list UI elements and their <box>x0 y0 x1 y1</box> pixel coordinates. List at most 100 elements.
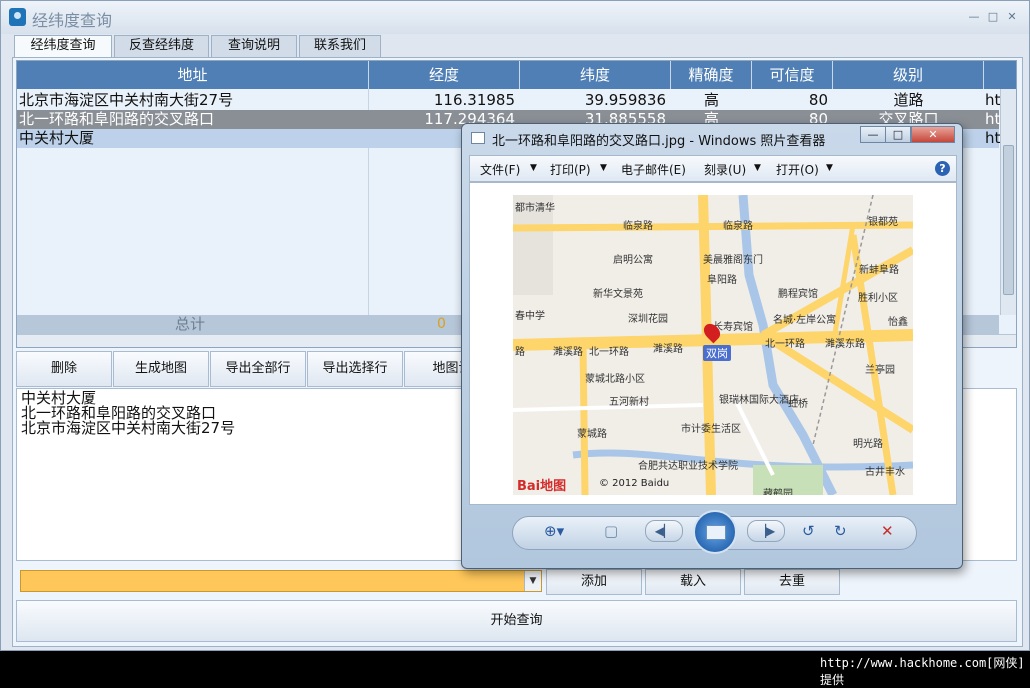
tab-latlng-query[interactable]: 经纬度查询 <box>14 35 112 58</box>
viewer-control-bar: ⊕▾ ▢ ◀▏ ▕▶ ↺ ↻ ✕ <box>469 510 957 557</box>
generate-map-button[interactable]: 生成地图 <box>113 351 209 387</box>
map-label: 兰亭园 <box>865 365 895 376</box>
menu-email[interactable]: 电子邮件(E) <box>621 161 686 178</box>
column-header-precision[interactable]: 精确度 <box>671 61 752 89</box>
map-label: 市计委生活区 <box>681 424 741 435</box>
map-label: 怡鑫 <box>888 317 908 328</box>
map-image: 都市清华 临泉路 临泉路 银都苑 启明公寓 美晨雅阁东门 新蚌阜路 新华文景苑 … <box>513 195 913 495</box>
rotate-left-icon[interactable]: ↺ <box>802 522 815 540</box>
address-combo-input[interactable]: ▼ <box>20 570 542 592</box>
map-label: 五河新村 <box>609 397 649 408</box>
map-label: 新蚌阜路 <box>859 265 899 276</box>
actual-size-icon[interactable]: ▢ <box>604 522 618 540</box>
menu-open[interactable]: 打开(O) <box>776 161 819 178</box>
tab-query-help[interactable]: 查询说明 <box>211 35 297 57</box>
map-label: 北一环路 <box>765 339 805 350</box>
cell-extra: ht <box>985 110 1001 128</box>
cell-longitude: 116.31985 <box>433 91 515 109</box>
map-label: 濉溪路 <box>553 347 583 358</box>
map-label: 虹桥 <box>788 399 808 410</box>
chevron-down-icon[interactable]: ▼ <box>826 163 833 173</box>
viewer-image-area: 都市清华 临泉路 临泉路 银都苑 启明公寓 美晨雅阁东门 新蚌阜路 新华文景苑 … <box>469 182 957 505</box>
map-label: 濉溪路 <box>653 344 683 355</box>
help-icon[interactable]: ? <box>935 161 950 176</box>
column-header-longitude[interactable]: 经度 <box>369 61 520 89</box>
delete-button[interactable]: 删除 <box>16 351 112 387</box>
chevron-down-icon[interactable]: ▼ <box>530 163 537 173</box>
scrollbar-thumb[interactable] <box>1003 145 1014 295</box>
total-value: 0 <box>437 316 446 332</box>
map-label: 都市清华 <box>515 203 555 214</box>
vertical-scrollbar[interactable] <box>1000 89 1016 315</box>
previous-icon[interactable]: ◀▏ <box>645 520 683 542</box>
tab-contact-us[interactable]: 联系我们 <box>299 35 381 57</box>
title-bar: 经纬度查询 — □ ✕ <box>1 1 1029 34</box>
load-button[interactable]: 载入 <box>645 569 741 595</box>
minimize-button[interactable]: — <box>967 11 981 23</box>
next-icon[interactable]: ▕▶ <box>747 520 785 542</box>
rotate-right-icon[interactable]: ↻ <box>834 522 847 540</box>
zoom-icon[interactable]: ⊕▾ <box>544 522 564 540</box>
map-label: 胜利小区 <box>858 293 898 304</box>
map-label: 启明公寓 <box>613 255 653 266</box>
menu-print[interactable]: 打印(P) <box>550 161 591 178</box>
table-row[interactable]: 北京市海淀区中关村南大街27号 116.31985 39.959836 高 80… <box>17 91 1000 110</box>
viewer-minimize-button[interactable]: — <box>860 126 886 143</box>
map-copyright: © 2012 Baidu <box>599 478 670 489</box>
slideshow-icon[interactable] <box>693 510 737 554</box>
map-label: 春中学 <box>515 311 545 322</box>
baidu-logo: Bai地图 <box>517 479 567 494</box>
viewer-title: 北一环路和阜阳路的交叉路口.jpg - Windows 照片查看器 <box>492 134 826 149</box>
app-title: 经纬度查询 <box>32 11 113 30</box>
export-all-rows-button[interactable]: 导出全部行 <box>210 351 306 387</box>
map-label: 深圳花园 <box>628 314 668 325</box>
cell-latitude: 39.959836 <box>584 91 666 109</box>
cell-address: 北京市海淀区中关村南大街27号 <box>19 91 234 109</box>
map-label: 阜阳路 <box>707 275 737 286</box>
delete-icon[interactable]: ✕ <box>881 522 894 540</box>
cell-confidence: 80 <box>808 91 828 109</box>
column-header-address[interactable]: 地址 <box>17 61 369 89</box>
map-label: 明光路 <box>853 439 883 450</box>
chevron-down-icon[interactable]: ▼ <box>600 163 607 173</box>
cell-level: 道路 <box>893 91 924 109</box>
cell-address: 中关村大厦 <box>19 129 95 147</box>
add-button[interactable]: 添加 <box>546 569 642 595</box>
chevron-down-icon[interactable]: ▼ <box>754 163 761 173</box>
map-label: 蒙城北路小区 <box>585 374 645 385</box>
map-label: 银瑞林国际大酒店 <box>719 395 799 406</box>
map-label: 藏鹤园 <box>763 489 793 495</box>
map-label: 美晨雅阁东门 <box>703 255 763 266</box>
map-pin-label: 双岗 <box>703 345 731 361</box>
chevron-down-icon[interactable]: ▼ <box>524 571 541 591</box>
tab-reverse-lookup[interactable]: 反查经纬度 <box>114 35 209 57</box>
map-label: 路 <box>515 347 525 358</box>
menu-burn[interactable]: 刻录(U) <box>704 161 746 178</box>
map-label: 北一环路 <box>589 347 629 358</box>
menu-file[interactable]: 文件(F) <box>480 161 520 178</box>
map-label: 合肥共达职业技术学院 <box>638 461 738 472</box>
export-selected-rows-button[interactable]: 导出选择行 <box>307 351 403 387</box>
map-label: 名城·左岸公寓 <box>773 315 837 326</box>
maximize-button[interactable]: □ <box>986 11 1000 23</box>
app-logo-icon <box>9 8 26 26</box>
column-header-confidence[interactable]: 可信度 <box>752 61 833 89</box>
map-label: 濉溪东路 <box>825 339 865 350</box>
map-label: 蒙城路 <box>577 429 607 440</box>
start-query-button[interactable]: 开始查询 <box>16 600 1017 642</box>
dedupe-button[interactable]: 去重 <box>744 569 840 595</box>
total-label: 总计 <box>175 315 206 333</box>
map-label: 古井丰水 <box>865 467 905 478</box>
close-button[interactable]: ✕ <box>1005 11 1019 23</box>
map-label: 临泉路 <box>723 221 753 232</box>
column-header-level[interactable]: 级别 <box>833 61 984 89</box>
cell-precision: 高 <box>703 91 719 109</box>
map-label: 临泉路 <box>623 221 653 232</box>
image-file-icon <box>471 132 485 144</box>
viewer-maximize-button[interactable]: □ <box>885 126 911 143</box>
column-header-latitude[interactable]: 纬度 <box>520 61 671 89</box>
viewer-menu-bar: 文件(F) ▼ 打印(P) ▼ 电子邮件(E) 刻录(U) ▼ 打开(O) ▼ … <box>469 155 957 182</box>
map-label: 新华文景苑 <box>593 289 643 300</box>
grid-header: 地址 经度 纬度 精确度 可信度 级别 <box>17 61 1016 89</box>
viewer-close-button[interactable]: ✕ <box>911 126 955 143</box>
